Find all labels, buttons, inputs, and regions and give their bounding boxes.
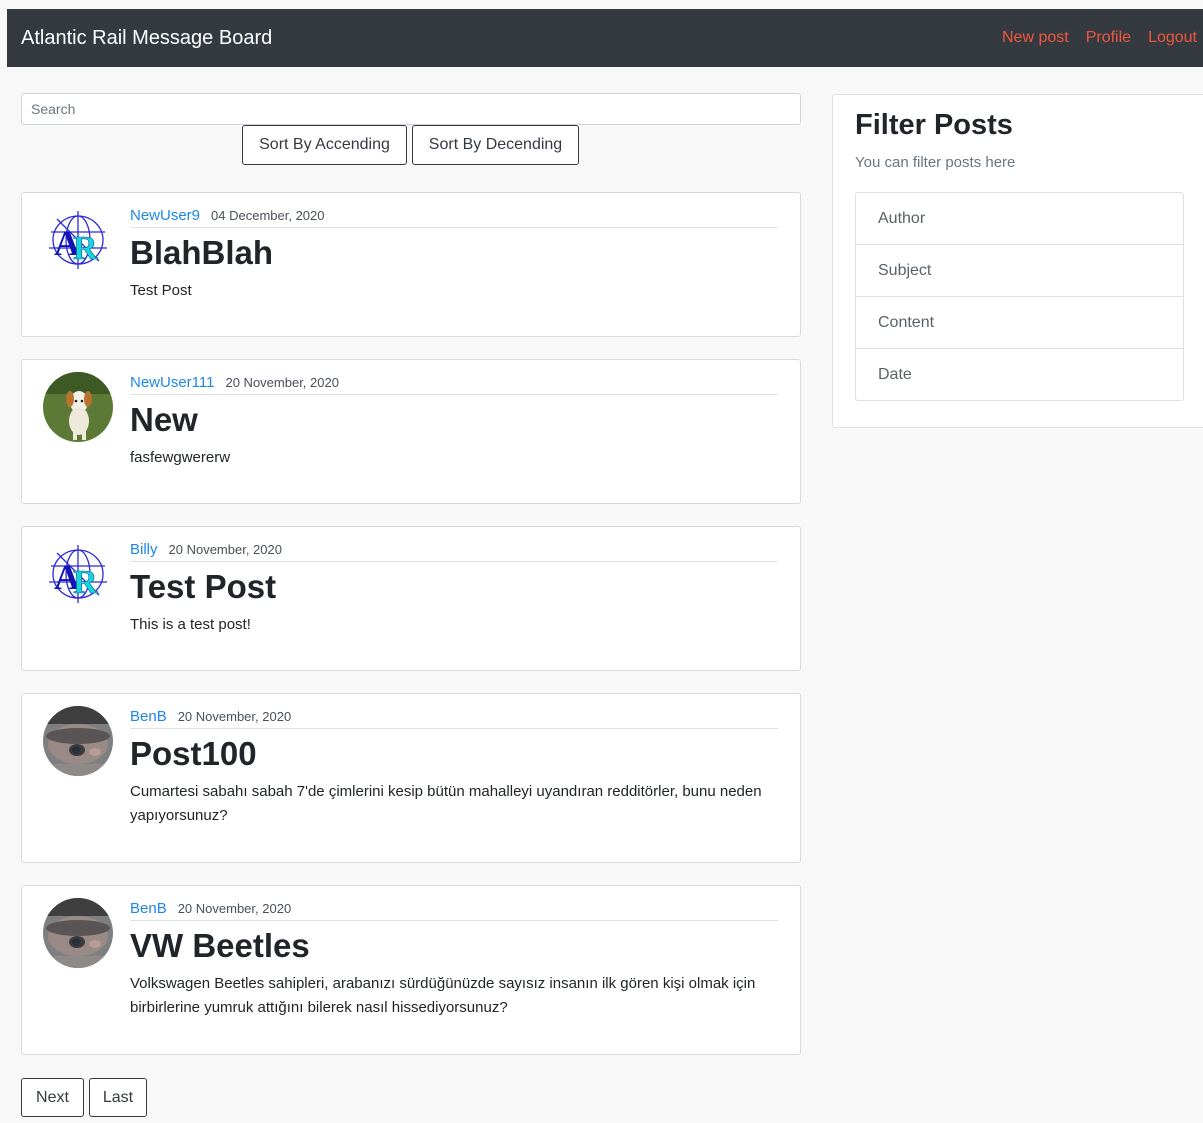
filter-subtitle: You can filter posts here [855, 154, 1016, 171]
profile-link[interactable]: Profile [1086, 29, 1131, 47]
filter-option-author[interactable]: Author [856, 193, 1183, 244]
ar-logo-icon [43, 205, 113, 275]
avatar [43, 539, 113, 609]
post-author-link[interactable]: BenB [130, 708, 167, 725]
post-card: BenB 20 November, 2020 VW Beetles Volksw… [21, 885, 801, 1055]
post-author-link[interactable]: NewUser9 [130, 207, 200, 224]
post-date: 20 November, 2020 [177, 709, 292, 724]
post-date: 20 November, 2020 [177, 901, 292, 916]
post-author-link[interactable]: NewUser111 [130, 374, 214, 391]
post-meta: BenB 20 November, 2020 [130, 708, 778, 729]
post-date: 20 November, 2020 [168, 542, 282, 557]
post-card: Billy 20 November, 2020 Test Post This i… [21, 526, 801, 671]
post-content: Test Post [130, 281, 192, 299]
post-author-link[interactable]: BenB [130, 900, 167, 917]
last-page-button[interactable]: Last [89, 1078, 147, 1117]
filter-panel: Filter Posts You can filter posts here A… [832, 94, 1203, 428]
filter-title: Filter Posts [855, 109, 1013, 141]
avatar [43, 372, 113, 442]
face-photo-icon [43, 898, 113, 968]
new-post-link[interactable]: New post [1002, 29, 1069, 47]
avatar [43, 205, 113, 275]
post-content: fasfewgwererw [130, 448, 231, 466]
post-card: NewUser9 04 December, 2020 BlahBlah Test… [21, 192, 801, 337]
post-content: Cumartesi sabahı sabah 7'de çimlerini ke… [130, 782, 762, 824]
navbar: Atlantic Rail Message Board New post Pro… [7, 9, 1203, 67]
post-card: BenB 20 November, 2020 Post100 Cumartesi… [21, 693, 801, 863]
post-meta: Billy 20 November, 2020 [130, 541, 778, 562]
post-author-link[interactable]: Billy [130, 541, 158, 558]
post-body: BenB 20 November, 2020 VW Beetles Volksw… [130, 900, 778, 1020]
filter-list: Author Subject Content Date [855, 192, 1184, 401]
post-content: Volkswagen Beetles sahipleri, arabanızı … [130, 974, 756, 1016]
post-body: NewUser111 20 November, 2020 New fasfewg… [130, 374, 778, 470]
sort-descending-button[interactable]: Sort By Decending [412, 125, 579, 165]
avatar [43, 706, 113, 776]
post-title: New [130, 401, 198, 438]
post-date: 20 November, 2020 [225, 375, 339, 390]
logout-link[interactable]: Logout [1148, 29, 1197, 47]
post-body: BenB 20 November, 2020 Post100 Cumartesi… [130, 708, 778, 828]
dog-photo-icon [43, 372, 113, 442]
ar-logo-icon [43, 539, 113, 609]
post-body: NewUser9 04 December, 2020 BlahBlah Test… [130, 207, 778, 303]
sort-ascending-button[interactable]: Sort By Accending [242, 125, 407, 165]
face-photo-icon [43, 706, 113, 776]
post-title: VW Beetles [130, 927, 310, 964]
post-meta: BenB 20 November, 2020 [130, 900, 778, 921]
post-title: Post100 [130, 735, 257, 772]
filter-option-content[interactable]: Content [856, 296, 1183, 348]
post-body: Billy 20 November, 2020 Test Post This i… [130, 541, 778, 637]
post-title: Test Post [130, 568, 277, 605]
post-title: BlahBlah [130, 234, 274, 271]
search-input[interactable] [21, 93, 801, 125]
post-date: 04 December, 2020 [211, 208, 325, 223]
filter-option-date[interactable]: Date [856, 348, 1183, 400]
post-meta: NewUser111 20 November, 2020 [130, 374, 778, 395]
post-meta: NewUser9 04 December, 2020 [130, 207, 778, 228]
avatar [43, 898, 113, 968]
post-card: NewUser111 20 November, 2020 New fasfewg… [21, 359, 801, 504]
brand-title[interactable]: Atlantic Rail Message Board [21, 27, 272, 50]
post-content: This is a test post! [130, 615, 251, 633]
nav-links: New post Profile Logout [985, 29, 1203, 47]
next-page-button[interactable]: Next [21, 1078, 84, 1117]
filter-option-subject[interactable]: Subject [856, 244, 1183, 296]
